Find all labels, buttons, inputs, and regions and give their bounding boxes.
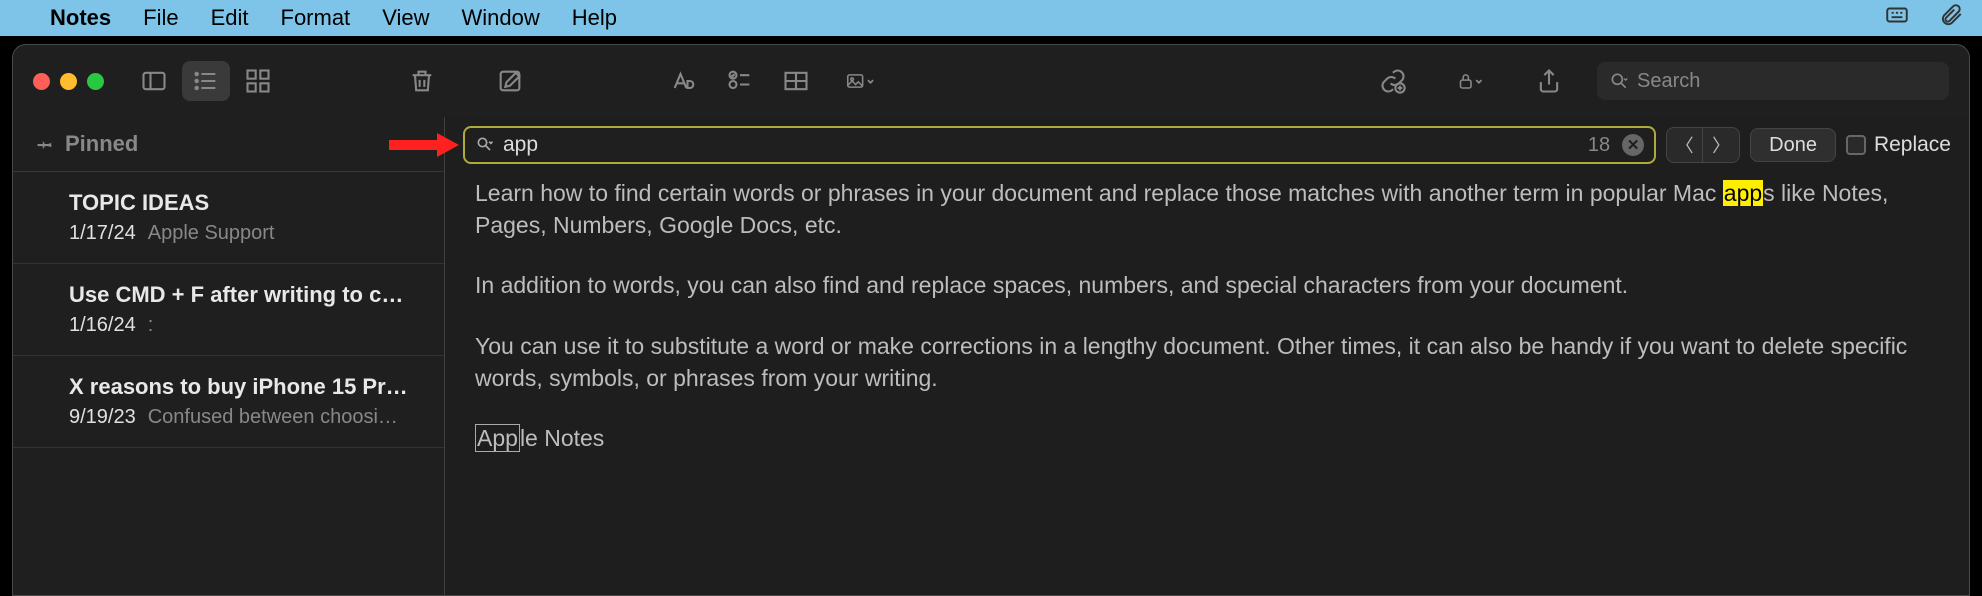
table-button[interactable] xyxy=(772,61,820,101)
note-text: You can use it to substitute a word or m… xyxy=(475,330,1939,394)
menu-view[interactable]: View xyxy=(382,5,429,31)
note-content[interactable]: Learn how to find certain words or phras… xyxy=(475,177,1939,482)
window-controls xyxy=(33,73,104,90)
note-date: 9/19/23 xyxy=(69,406,136,429)
app-menu[interactable]: Notes xyxy=(50,5,111,31)
checklist-button[interactable] xyxy=(716,61,764,101)
note-preview: Apple Support xyxy=(148,222,275,245)
note-text: le Notes xyxy=(520,425,604,451)
notes-window: Search Pinned TOPIC IDEAS 1/17/24 Apple S… xyxy=(12,44,1970,596)
close-window[interactable] xyxy=(33,73,50,90)
note-date: 1/17/24 xyxy=(69,222,136,245)
gallery-view-button[interactable] xyxy=(234,61,282,101)
notes-list-sidebar: Pinned TOPIC IDEAS 1/17/24Apple Support … xyxy=(13,117,445,595)
replace-label: Replace xyxy=(1874,133,1951,157)
find-input-wrapper[interactable]: 18 ✕ xyxy=(463,126,1656,164)
find-done-button[interactable]: Done xyxy=(1750,128,1836,162)
menubar: Notes File Edit Format View Window Help xyxy=(0,0,1982,36)
find-input[interactable] xyxy=(503,133,1580,157)
note-preview: Confused between choosi… xyxy=(148,406,398,429)
note-text: Learn how to find certain words or phras… xyxy=(475,180,1723,206)
media-button[interactable] xyxy=(828,61,892,101)
note-list-item[interactable]: X reasons to buy iPhone 15 Pr… 9/19/23 Co… xyxy=(13,356,444,448)
search-icon xyxy=(475,135,495,155)
search-placeholder: Search xyxy=(1637,70,1700,93)
pinned-section-header[interactable]: Pinned xyxy=(13,117,444,172)
paperclip-icon[interactable] xyxy=(1938,2,1964,34)
menu-file[interactable]: File xyxy=(143,5,178,31)
note-title: TOPIC IDEAS xyxy=(69,190,420,216)
menu-help[interactable]: Help xyxy=(572,5,617,31)
find-match-current: app xyxy=(1723,180,1763,206)
replace-checkbox[interactable] xyxy=(1846,135,1866,155)
note-text: In addition to words, you can also find … xyxy=(475,269,1939,301)
keyboard-input-icon[interactable] xyxy=(1884,2,1910,34)
delete-note-button[interactable] xyxy=(398,61,446,101)
new-note-button[interactable] xyxy=(486,61,534,101)
menu-format[interactable]: Format xyxy=(281,5,351,31)
share-button[interactable] xyxy=(1525,61,1573,101)
search-field[interactable]: Search xyxy=(1597,62,1949,100)
note-editor[interactable]: 18 ✕ 〈 〉 Done Replace Learn how to find … xyxy=(445,117,1969,595)
pinned-label: Pinned xyxy=(65,131,138,157)
toggle-sidebar-button[interactable] xyxy=(130,61,178,101)
note-title: Use CMD + F after writing to c… xyxy=(69,282,420,308)
note-title: X reasons to buy iPhone 15 Pr… xyxy=(69,374,420,400)
find-result-count: 18 xyxy=(1588,134,1610,157)
replace-toggle[interactable]: Replace xyxy=(1846,133,1951,157)
note-list-item[interactable]: Use CMD + F after writing to c… 1/16/24: xyxy=(13,264,444,356)
menu-edit[interactable]: Edit xyxy=(211,5,249,31)
list-view-button[interactable] xyxy=(182,61,230,101)
format-text-button[interactable] xyxy=(660,61,708,101)
find-bar: 18 ✕ 〈 〉 Done Replace xyxy=(463,125,1951,165)
note-list-item[interactable]: TOPIC IDEAS 1/17/24 Apple Support xyxy=(13,172,444,264)
note-date: 1/16/24 xyxy=(69,314,136,337)
menu-window[interactable]: Window xyxy=(461,5,539,31)
find-nav: 〈 〉 xyxy=(1666,127,1740,163)
toolbar: Search xyxy=(13,45,1969,117)
pin-icon xyxy=(37,135,55,153)
clear-find-icon[interactable]: ✕ xyxy=(1622,134,1644,156)
fullscreen-window[interactable] xyxy=(87,73,104,90)
content-area: Pinned TOPIC IDEAS 1/17/24Apple Support … xyxy=(13,117,1969,595)
find-previous-button[interactable]: 〈 xyxy=(1667,128,1703,162)
link-button[interactable] xyxy=(1369,61,1417,101)
minimize-window[interactable] xyxy=(60,73,77,90)
find-next-button[interactable]: 〉 xyxy=(1703,128,1739,162)
note-preview: : xyxy=(148,314,154,337)
lock-button[interactable] xyxy=(1441,61,1501,101)
find-match: App xyxy=(475,424,520,452)
